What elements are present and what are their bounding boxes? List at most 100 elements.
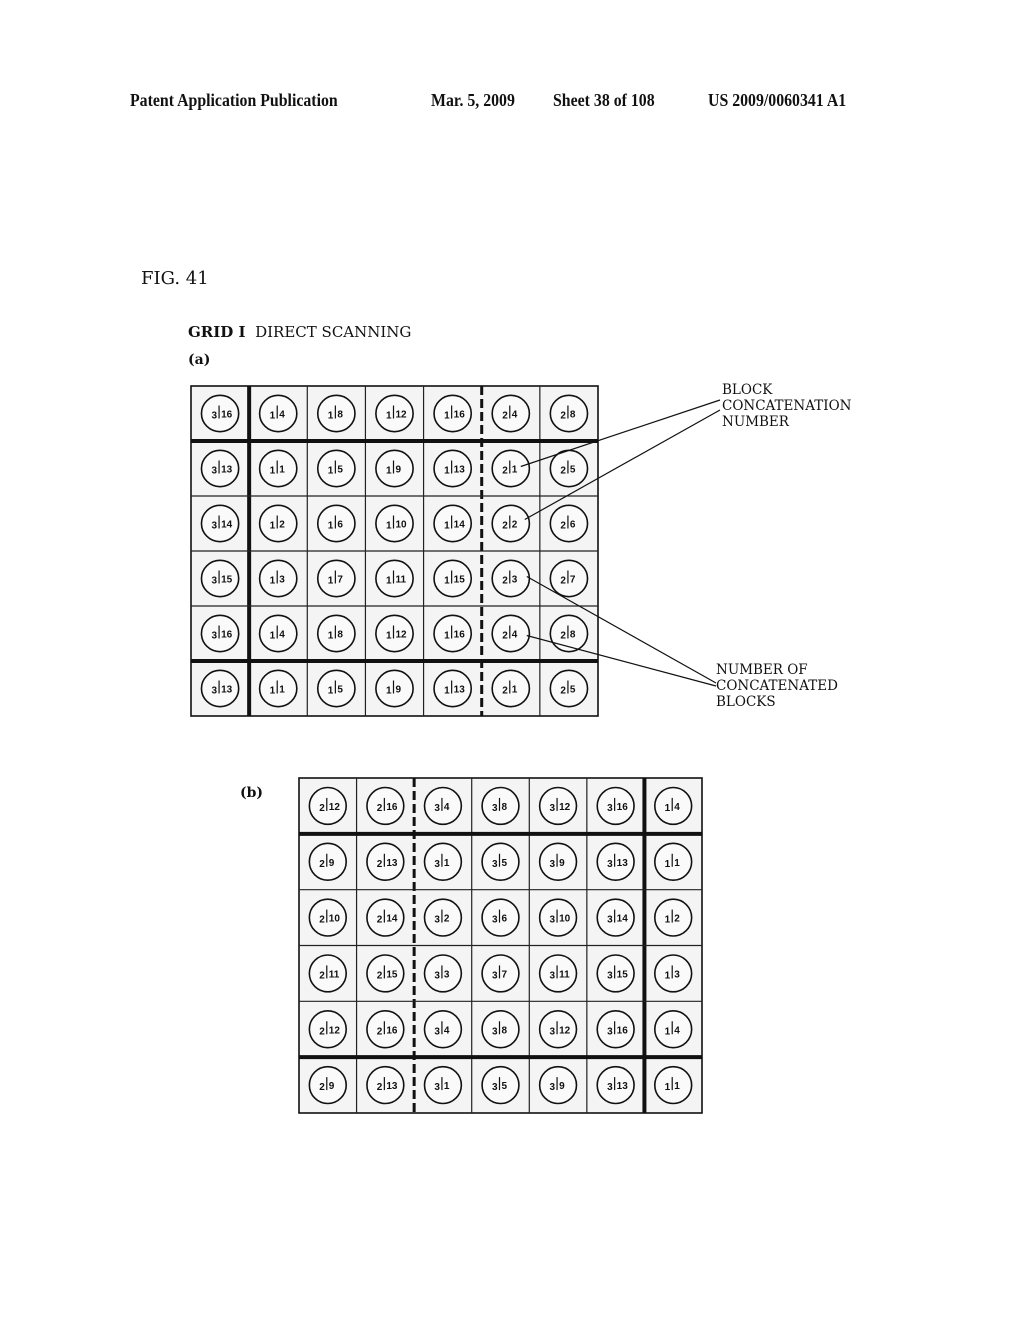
panel-a-cell: 24 xyxy=(491,394,531,433)
concatenated-blocks-count: 3 xyxy=(607,1026,613,1037)
block-circle xyxy=(481,898,520,937)
block-concatenation-number: 10 xyxy=(396,520,408,531)
block-concatenation-number: 15 xyxy=(454,575,466,586)
block-concatenation-number: 8 xyxy=(502,1025,508,1036)
concatenated-blocks-count: 1 xyxy=(328,411,334,422)
block-circle xyxy=(481,786,520,826)
block-circle xyxy=(375,669,414,708)
block-circle xyxy=(596,786,635,826)
panel-b-cell: 2 14 xyxy=(366,898,405,937)
block-concatenation-number: 16 xyxy=(617,802,629,813)
panel-a-cell: 3 15 xyxy=(200,559,240,598)
panel-a-cell: 1 11 xyxy=(375,559,414,598)
block-concatenation-number: 16 xyxy=(454,410,466,421)
concatenated-blocks-count: 3 xyxy=(550,1082,556,1093)
panel-b-cell: 2 16 xyxy=(366,1010,405,1049)
concatenated-blocks-count: 3 xyxy=(492,859,498,870)
block-concatenation-number: 13 xyxy=(221,685,233,696)
concatenated-blocks-count: 2 xyxy=(502,631,508,642)
block-concatenation-number: 11 xyxy=(329,969,340,980)
block-circle xyxy=(538,1010,578,1049)
block-concatenation-number: 6 xyxy=(502,914,508,925)
block-concatenation-number: 8 xyxy=(337,410,343,421)
panel-a-cell: 25 xyxy=(549,669,589,708)
panel-a-cell: 3 13 xyxy=(200,669,240,708)
panel-b-cell: 34 xyxy=(423,786,463,826)
panel-b-cell: 2 11 xyxy=(308,954,348,993)
concatenated-blocks-count: 1 xyxy=(328,521,334,532)
concatenated-blocks-count: 3 xyxy=(434,1026,440,1037)
figure-drawing: 3 16 1 4 1 8 1 12 1 16 2 4 2 83 13 1 1 1 5 1 9 1 13 2 1 2 53 14 1 2 1 6… xyxy=(190,385,721,1114)
block-circle xyxy=(423,898,463,937)
block-concatenation-number: 12 xyxy=(396,630,408,641)
block-concatenation-number: 2 xyxy=(444,914,450,925)
block-concatenation-number: 16 xyxy=(221,630,233,641)
block-concatenation-number: 4 xyxy=(279,410,285,421)
concatenated-blocks-count: 3 xyxy=(550,1026,556,1037)
block-circle xyxy=(596,842,635,881)
block-concatenation-number: 10 xyxy=(559,914,571,925)
concatenated-blocks-count: 3 xyxy=(607,859,613,870)
block-circle xyxy=(433,394,473,433)
panel-b-cell: 2 15 xyxy=(366,954,405,993)
block-concatenation-number: 9 xyxy=(559,1081,565,1092)
concatenated-blocks-count: 2 xyxy=(502,466,508,477)
block-circle xyxy=(491,614,531,653)
panel-a-cell: 15 xyxy=(316,669,356,708)
block-concatenation-number: 9 xyxy=(396,685,402,696)
panel-b-cell: 31 xyxy=(423,1065,463,1105)
concatenated-blocks-count: 3 xyxy=(607,915,613,926)
concatenated-blocks-count: 2 xyxy=(502,576,508,587)
block-circle xyxy=(423,786,463,826)
concatenated-blocks-count: 1 xyxy=(270,466,276,477)
concatenated-blocks-count: 3 xyxy=(434,1082,440,1093)
block-circle xyxy=(596,954,635,993)
block-circle xyxy=(258,614,298,653)
block-concatenation-number: 13 xyxy=(386,1081,398,1092)
concatenated-blocks-count: 1 xyxy=(665,1082,671,1093)
concatenated-blocks-count: 1 xyxy=(665,970,671,981)
concatenated-blocks-count: 3 xyxy=(492,803,498,814)
block-circle xyxy=(653,786,693,826)
block-circle xyxy=(366,898,405,937)
block-circle xyxy=(366,842,405,881)
block-concatenation-number: 6 xyxy=(337,520,343,531)
panel-b-cell: 29 xyxy=(308,1065,348,1105)
panel-b-cell: 2 16 xyxy=(366,786,405,826)
panel-a-cell: 14 xyxy=(258,394,298,433)
panel-b-cell: 14 xyxy=(653,1010,693,1049)
concatenated-blocks-count: 1 xyxy=(386,686,392,697)
block-concatenation-number: 6 xyxy=(570,520,576,531)
concatenated-blocks-count: 2 xyxy=(560,411,566,422)
block-concatenation-number: 3 xyxy=(512,575,518,586)
block-concatenation-number: 16 xyxy=(454,630,466,641)
block-concatenation-number: 13 xyxy=(454,465,466,476)
block-circle xyxy=(538,1065,578,1105)
concatenated-blocks-count: 2 xyxy=(377,1026,383,1037)
block-circle xyxy=(375,394,414,433)
block-concatenation-number: 7 xyxy=(570,575,576,586)
block-circle xyxy=(308,954,348,993)
block-circle xyxy=(491,394,531,433)
block-circle xyxy=(258,669,298,708)
block-circle xyxy=(200,669,240,708)
block-circle xyxy=(423,1065,463,1105)
panel-a-cell: 14 xyxy=(258,614,298,653)
block-concatenation-number: 5 xyxy=(337,685,343,696)
concatenated-blocks-count: 1 xyxy=(328,576,334,587)
block-concatenation-number: 7 xyxy=(502,969,508,980)
block-concatenation-number: 3 xyxy=(674,969,680,980)
block-circle xyxy=(316,504,356,543)
panel-a-cell: 17 xyxy=(316,559,356,598)
block-circle xyxy=(316,394,356,433)
concatenated-blocks-count: 1 xyxy=(444,466,450,477)
concatenated-blocks-count: 1 xyxy=(386,466,392,477)
concatenated-blocks-count: 1 xyxy=(328,631,334,642)
block-concatenation-number: 15 xyxy=(386,969,398,980)
block-concatenation-number: 15 xyxy=(617,969,629,980)
concatenated-blocks-count: 3 xyxy=(492,1082,498,1093)
panel-b-cell: 2 12 xyxy=(308,786,348,826)
block-circle xyxy=(538,842,578,881)
panel-a-cell: 3 14 xyxy=(200,504,240,543)
concatenated-blocks-count: 1 xyxy=(665,803,671,814)
